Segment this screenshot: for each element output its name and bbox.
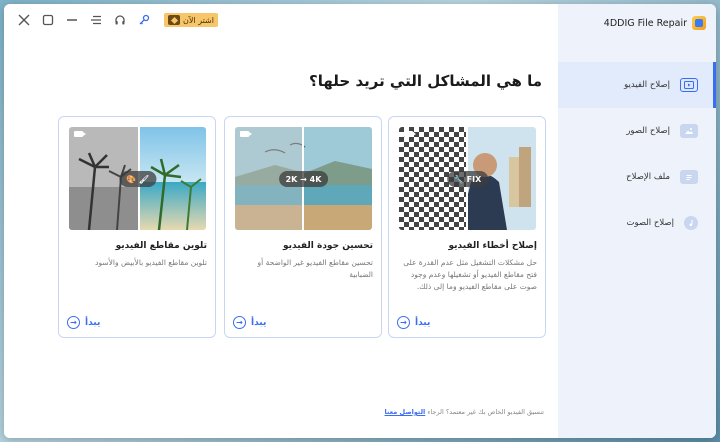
palette-icon: 🎨	[125, 174, 136, 184]
sidebar-nav: إصلاح الفيديو إصلاح الصور ملف الإصلاح إص…	[558, 62, 716, 246]
file-icon	[680, 170, 698, 184]
card-repair-video[interactable]: 🔧 FIX إصلاح أخطاء الفيديو حل مشكلات التش…	[388, 116, 546, 338]
enhance-thumbnail: 2K → 4K	[235, 127, 372, 230]
menu-icon[interactable]	[86, 10, 106, 30]
arrow-right-icon: →	[67, 316, 80, 329]
card-title: تحسين جودة الفيديو	[283, 241, 373, 251]
video-camera-icon	[240, 131, 252, 137]
sidebar-item-label: إصلاح الفيديو	[624, 80, 670, 90]
sidebar-item-video-repair[interactable]: إصلاح الفيديو	[558, 62, 716, 108]
start-button[interactable]: → يبدأ	[233, 316, 266, 329]
titlebar: اشتر الآن	[4, 4, 558, 36]
start-button[interactable]: → يبدأ	[397, 316, 430, 329]
card-title: تلوين مقاطع الفيديو	[115, 241, 207, 251]
unsupported-format-note: تنسيق الفيديو الخاص بك غير معتمد؟ الرجاء…	[385, 408, 545, 416]
app-logo-icon	[692, 16, 706, 30]
card-title: إصلاح أخطاء الفيديو	[448, 241, 537, 251]
contact-us-link[interactable]: التواصل معنا	[385, 408, 426, 416]
app-window: اشتر الآن ما هي المشاكل التي تريد حلها؟	[4, 4, 716, 438]
key-icon[interactable]	[134, 10, 154, 30]
maximize-icon[interactable]	[38, 10, 58, 30]
fix-badge: 🔧 FIX	[446, 171, 489, 187]
sidebar-item-label: ملف الإصلاح	[626, 172, 670, 182]
arrow-right-icon: →	[233, 316, 246, 329]
video-icon	[680, 78, 698, 92]
repair-thumbnail: 🔧 FIX	[399, 127, 536, 230]
arrow-right-icon: →	[397, 316, 410, 329]
start-label: يبدأ	[251, 317, 267, 328]
close-icon[interactable]	[14, 10, 34, 30]
footer-text: تنسيق الفيديو الخاص بك غير معتمد؟ الرجاء	[427, 408, 544, 416]
start-label: يبدأ	[415, 317, 431, 328]
sidebar-item-photo-repair[interactable]: إصلاح الصور	[558, 108, 716, 154]
start-label: يبدأ	[85, 317, 101, 328]
sidebar-item-label: إصلاح الصور	[626, 126, 670, 136]
sidebar-item-file-repair[interactable]: ملف الإصلاح	[558, 154, 716, 200]
resolution-badge: 2K → 4K	[278, 171, 329, 187]
buy-now-label: اشتر الآن	[183, 15, 214, 25]
image-icon	[680, 124, 698, 138]
card-description: تحسين مقاطع الفيديو غير الواضحة أو الضبا…	[257, 258, 373, 279]
headset-icon[interactable]	[110, 10, 130, 30]
start-button[interactable]: → يبدأ	[67, 316, 100, 329]
diamond-icon	[168, 15, 180, 25]
card-description: حل مشكلات التشغيل مثل عدم القدرة على فتح…	[403, 258, 537, 291]
main-panel: اشتر الآن ما هي المشاكل التي تريد حلها؟	[4, 4, 558, 438]
audio-icon	[684, 216, 698, 230]
sidebar-item-audio-repair[interactable]: إصلاح الصوت	[558, 200, 716, 246]
sidebar: 4DDIG File Repair إصلاح الفيديو إصلاح ال…	[558, 4, 716, 438]
colorize-thumbnail: 🎨 🖌	[69, 127, 206, 230]
card-description: تلوين مقاطع الفيديو بالأبيض والأسود	[95, 258, 207, 267]
minimize-icon[interactable]	[62, 10, 82, 30]
sidebar-item-label: إصلاح الصوت	[626, 218, 674, 228]
video-camera-icon	[404, 131, 416, 137]
card-enhance-video[interactable]: 2K → 4K تحسين جودة الفيديو تحسين مقاطع ا…	[224, 116, 382, 338]
app-brand: 4DDIG File Repair	[604, 16, 706, 30]
palette-badge: 🎨 🖌	[118, 171, 157, 187]
buy-now-button[interactable]: اشتر الآن	[164, 13, 218, 27]
video-camera-icon	[74, 131, 86, 137]
fix-badge-label: FIX	[466, 174, 482, 184]
app-title: 4DDIG File Repair	[603, 17, 687, 29]
card-colorize-video[interactable]: 🎨 🖌 تلوين مقاطع الفيديو تلوين مقاطع الفيد…	[58, 116, 216, 338]
wrench-icon: 🔧	[453, 174, 464, 184]
card-list: 🎨 🖌 تلوين مقاطع الفيديو تلوين مقاطع الفيد…	[54, 116, 546, 342]
page-heading: ما هي المشاكل التي تريد حلها؟	[309, 72, 542, 90]
brush-icon: 🖌	[138, 174, 150, 184]
